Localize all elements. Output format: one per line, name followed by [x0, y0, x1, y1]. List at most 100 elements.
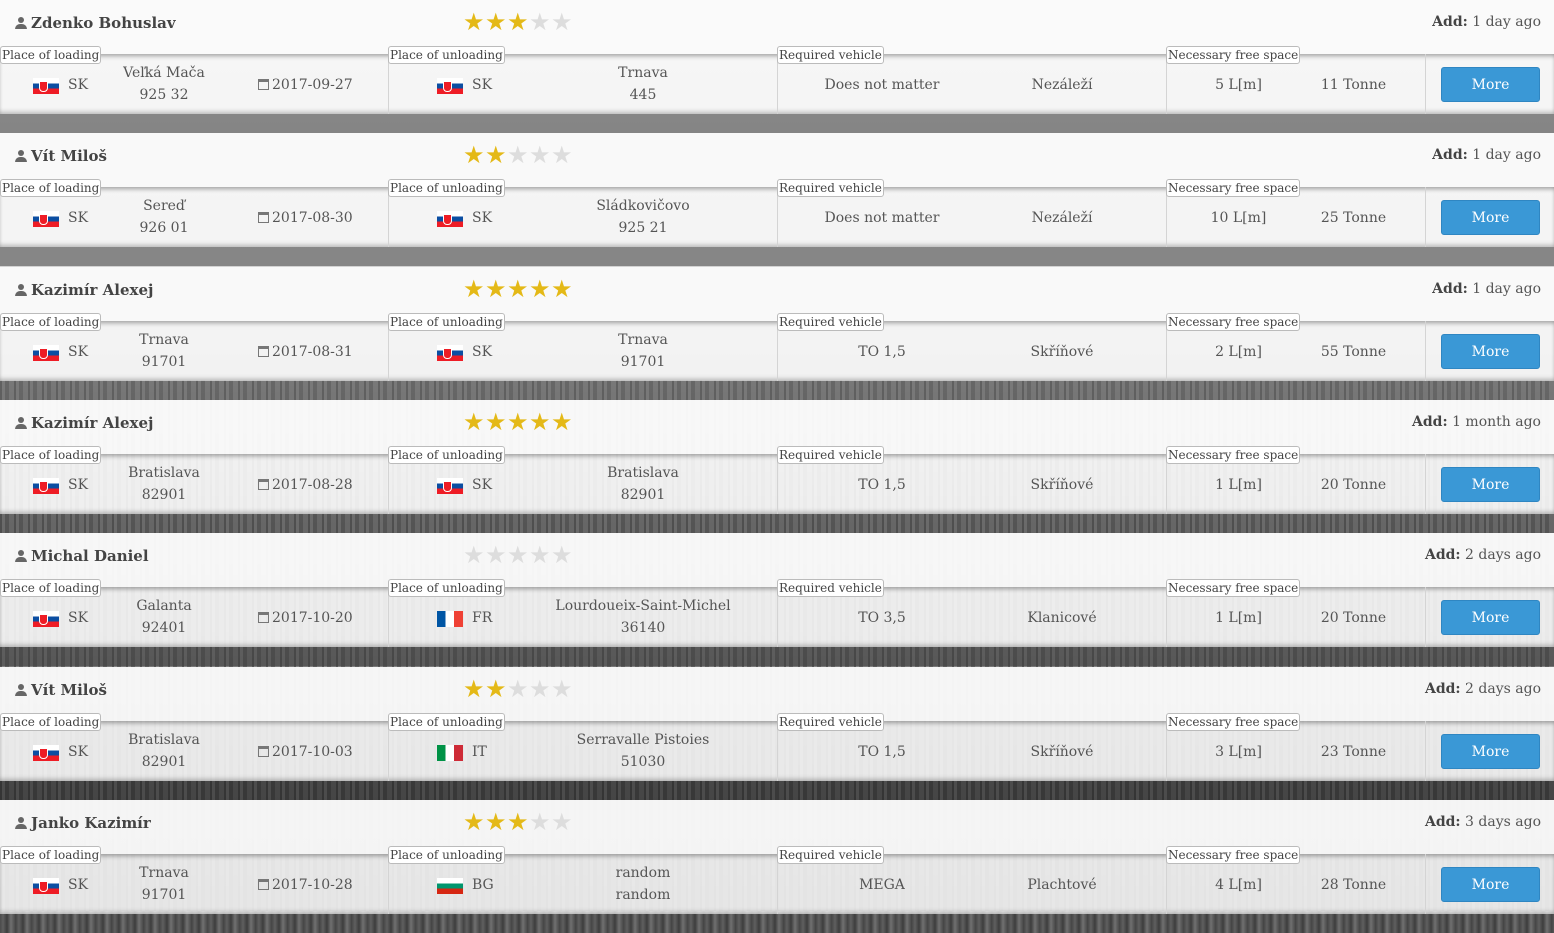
- user-name[interactable]: Vít Miloš: [15, 681, 107, 699]
- unloading-zip: 445: [629, 87, 657, 103]
- added-label: Add:: [1424, 681, 1461, 697]
- required-vehicle-label: Required vehicle: [777, 446, 884, 464]
- more-button[interactable]: More: [1441, 334, 1540, 369]
- unloading-country: SK: [472, 477, 493, 493]
- vehicle-type: Plachtové: [1027, 877, 1097, 893]
- weight-value: 11 Tonne: [1320, 77, 1387, 93]
- added-value: 1 day ago: [1472, 281, 1541, 297]
- space-value: 10 L[m]: [1210, 210, 1267, 226]
- user-name[interactable]: Zdenko Bohuslav: [15, 14, 176, 32]
- vehicle-value: MEGA: [859, 877, 905, 893]
- star-icon: ★: [507, 808, 529, 836]
- user-name[interactable]: Kazimír Alexej: [15, 414, 153, 432]
- necessary-free-space-label: Necessary free space: [1166, 579, 1301, 597]
- vehicle-column: Required vehicle Does not matter Nezálež…: [777, 46, 1167, 114]
- star-icon: ★: [529, 275, 551, 303]
- loading-city: Galanta: [136, 598, 192, 614]
- space-column: Necessary free space 3 L[m] 23 Tonne: [1166, 713, 1426, 781]
- unloading-column: Place of unloading BG random random: [388, 846, 778, 914]
- rating-stars: ★★★★★: [463, 277, 573, 301]
- loading-country: SK: [68, 210, 89, 226]
- freight-row: Kazimír Alexej ★★★★★ Add: 1 day ago Plac…: [0, 267, 1554, 400]
- user-name-text: Janko Kazimír: [31, 814, 151, 832]
- more-button[interactable]: More: [1441, 200, 1540, 235]
- added-label: Add:: [1432, 147, 1468, 163]
- rating-stars: ★★★★★: [463, 10, 573, 34]
- rating-stars: ★★★★★: [463, 143, 573, 167]
- added-time: Add: 2 days ago: [1425, 681, 1541, 697]
- row-separator: [0, 381, 1554, 400]
- more-button[interactable]: More: [1441, 600, 1540, 635]
- freight-row: Vít Miloš ★★★★★ Add: 1 day ago Place of …: [0, 133, 1554, 266]
- star-icon: ★: [551, 8, 573, 36]
- loading-place: Bratislava 82901: [104, 462, 224, 506]
- added-time: Add: 1 day ago: [1432, 14, 1541, 30]
- place-of-loading-label: Place of loading: [0, 313, 102, 331]
- loading-city: Bratislava: [128, 732, 200, 748]
- loading-country: SK: [68, 877, 89, 893]
- unloading-column: Place of unloading SK Sládkovičovo 925 2…: [388, 179, 778, 247]
- loading-column: Place of loading SK Bratislava 82901 201…: [0, 446, 389, 514]
- star-icon: ★: [529, 808, 551, 836]
- space-column: Necessary free space 1 L[m] 20 Tonne: [1166, 446, 1426, 514]
- loading-city: Bratislava: [128, 465, 200, 481]
- freight-row: Kazimír Alexej ★★★★★ Add: 1 month ago Pl…: [0, 400, 1554, 533]
- loading-date: 2017-10-28: [258, 877, 353, 893]
- place-of-unloading-label: Place of unloading: [388, 579, 505, 597]
- necessary-free-space-label: Necessary free space: [1166, 46, 1301, 64]
- space-column: Necessary free space 2 L[m] 55 Tonne: [1166, 313, 1426, 381]
- loading-date-text: 2017-10-28: [272, 877, 353, 893]
- user-name[interactable]: Michal Daniel: [15, 547, 149, 565]
- required-vehicle-label: Required vehicle: [777, 713, 884, 731]
- user-name[interactable]: Kazimír Alexej: [15, 281, 153, 299]
- loading-column: Place of loading SK Sereď 926 01 2017-08…: [0, 179, 389, 247]
- place-of-loading-label: Place of loading: [0, 179, 102, 197]
- star-icon: ★: [485, 275, 507, 303]
- space-value: 2 L[m]: [1215, 344, 1262, 360]
- loading-date: 2017-08-31: [258, 344, 353, 360]
- more-button[interactable]: More: [1441, 67, 1540, 102]
- loading-date-text: 2017-10-20: [272, 610, 353, 626]
- star-icon: ★: [485, 8, 507, 36]
- loading-zip: 91701: [141, 354, 187, 370]
- more-button[interactable]: More: [1441, 467, 1540, 502]
- star-icon: ★: [463, 141, 485, 169]
- unloading-zip: 51030: [620, 754, 666, 770]
- unloading-place: Trnava 445: [538, 62, 748, 106]
- freight-row: Janko Kazimír ★★★★★ Add: 3 days ago Plac…: [0, 800, 1554, 933]
- unloading-country: SK: [472, 77, 493, 93]
- added-label: Add:: [1424, 547, 1461, 563]
- unloading-zip: 82901: [620, 487, 666, 503]
- loading-flag-icon: [33, 478, 59, 494]
- added-value: 3 days ago: [1465, 814, 1541, 830]
- loading-place: Bratislava 82901: [104, 729, 224, 773]
- user-name[interactable]: Vít Miloš: [15, 147, 107, 165]
- unloading-flag-icon: [437, 78, 463, 94]
- place-of-unloading-label: Place of unloading: [388, 46, 505, 64]
- loading-flag-icon: [33, 611, 59, 627]
- vehicle-column: Required vehicle Does not matter Nezálež…: [777, 179, 1167, 247]
- user-name[interactable]: Janko Kazimír: [15, 814, 151, 832]
- more-button[interactable]: More: [1441, 734, 1540, 769]
- star-icon: ★: [463, 408, 485, 436]
- loading-country: SK: [68, 610, 89, 626]
- star-icon: ★: [551, 141, 573, 169]
- vehicle-type: Nezáleží: [1031, 77, 1093, 93]
- weight-value: 25 Tonne: [1320, 210, 1387, 226]
- added-label: Add:: [1412, 414, 1448, 430]
- loading-flag-icon: [33, 211, 59, 227]
- necessary-free-space-label: Necessary free space: [1166, 179, 1301, 197]
- necessary-free-space-label: Necessary free space: [1166, 846, 1301, 864]
- rating-stars: ★★★★★: [463, 810, 573, 834]
- more-button[interactable]: More: [1441, 867, 1540, 902]
- user-icon: [15, 417, 27, 429]
- freight-row: Zdenko Bohuslav ★★★★★ Add: 1 day ago Pla…: [0, 0, 1554, 133]
- loading-column: Place of loading SK Trnava 91701 2017-10…: [0, 846, 389, 914]
- calendar-icon: [258, 79, 269, 90]
- star-icon: ★: [507, 541, 529, 569]
- vehicle-column: Required vehicle TO 1,5 Skříňové: [777, 713, 1167, 781]
- necessary-free-space-label: Necessary free space: [1166, 313, 1301, 331]
- unloading-flag-icon: [437, 878, 463, 894]
- unloading-city: random: [615, 865, 671, 881]
- unloading-place: random random: [538, 862, 748, 906]
